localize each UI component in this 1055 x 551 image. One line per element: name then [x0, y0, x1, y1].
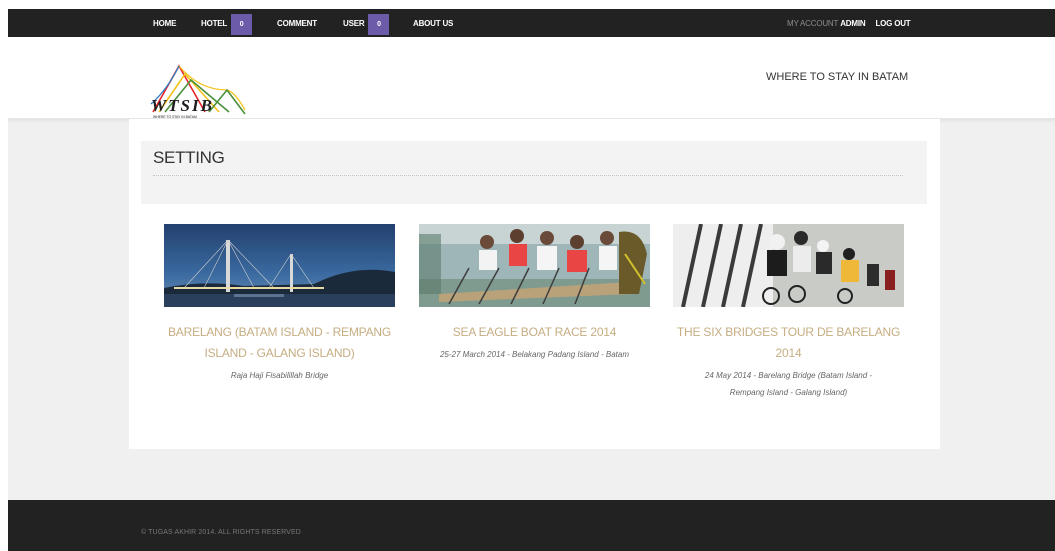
event-title-line: ISLAND - GALANG ISLAND) [204, 346, 355, 360]
nav-user-label: USER [343, 18, 365, 28]
site-header: WTSIB WHERE TO STAY IN BATAM WHERE TO ST… [8, 37, 1055, 119]
event-subtitle: 24 May 2014 - Barelang Bridge (Batam Isl… [673, 367, 904, 401]
event-card: SEA EAGLE BOAT RACE 2014 25-27 March 201… [419, 224, 650, 363]
nav-about-label: ABOUT US [413, 18, 454, 28]
event-title-line: THE SIX BRIDGES TOUR DE BARELANG [676, 325, 901, 339]
event-title-line: BARELANG (BATAM ISLAND - REMPANG [168, 325, 391, 339]
copyright-text: © TUGAS AKHIR 2014. ALL RIGHTS RESERVED [141, 529, 301, 536]
page-title: SETTING [153, 148, 225, 167]
event-image-barelang-bridge[interactable] [164, 224, 395, 307]
hotel-count-badge: 0 [231, 14, 253, 35]
logout-link[interactable]: LOG OUT [875, 19, 910, 28]
event-subtitle: 25-27 March 2014 - Belakang Padang Islan… [419, 346, 650, 363]
main-panel: SETTING BARELANG (BATAM ISLAND - REMPANG… [129, 119, 940, 449]
top-nav: HOME HOTEL 0 COMMENT USER 0 ABOUT US MY … [8, 9, 1055, 37]
event-title-line: SEA EAGLE BOAT RACE 2014 [452, 325, 617, 339]
event-subtitle-line: 24 May 2014 - Barelang Bridge (Batam Isl… [704, 371, 873, 380]
nav-comment[interactable]: COMMENT [277, 9, 317, 37]
nav-about[interactable]: ABOUT US [413, 9, 453, 37]
title-band [141, 141, 927, 204]
event-title[interactable]: THE SIX BRIDGES TOUR DE BARELANG 2014 [673, 322, 904, 364]
event-image-cycling-tour[interactable] [673, 224, 904, 307]
event-subtitle-line: 25-27 March 2014 - Belakang Padang Islan… [439, 350, 629, 359]
nav-home-label: HOME [153, 18, 177, 28]
event-title-line: 2014 [775, 346, 802, 360]
event-subtitle-line: Rempang Island - Galang Island) [729, 388, 848, 397]
account-username[interactable]: ADMIN [840, 19, 865, 28]
my-account-link[interactable]: MY ACCOUNT [787, 19, 838, 28]
event-title[interactable]: SEA EAGLE BOAT RACE 2014 [419, 322, 650, 343]
user-count-badge: 0 [368, 14, 390, 35]
nav-home[interactable]: HOME [153, 9, 176, 37]
event-subtitle: Raja Haji Fisabilillah Bridge [164, 367, 395, 384]
nav-hotel-label: HOTEL [201, 18, 228, 28]
nav-comment-label: COMMENT [277, 18, 317, 28]
event-title[interactable]: BARELANG (BATAM ISLAND - REMPANG ISLAND … [164, 322, 395, 364]
event-card: THE SIX BRIDGES TOUR DE BARELANG 2014 24… [673, 224, 904, 401]
event-card: BARELANG (BATAM ISLAND - REMPANG ISLAND … [164, 224, 395, 384]
nav-hotel[interactable]: HOTEL 0 [201, 9, 253, 37]
event-image-boat-race[interactable] [419, 224, 650, 307]
account-area: MY ACCOUNT ADMIN LOG OUT [787, 9, 911, 37]
site-logo[interactable]: WTSIB WHERE TO STAY IN BATAM [149, 60, 247, 120]
nav-user[interactable]: USER 0 [343, 9, 390, 37]
event-subtitle-line: Raja Haji Fisabilillah Bridge [230, 371, 329, 380]
page: HOME HOTEL 0 COMMENT USER 0 ABOUT US MY … [8, 9, 1055, 551]
title-divider [153, 175, 903, 176]
site-tagline: WHERE TO STAY IN BATAM [766, 71, 909, 83]
logo-wordmark: WTSIB [151, 96, 214, 115]
site-footer: © TUGAS AKHIR 2014. ALL RIGHTS RESERVED [8, 500, 1055, 551]
